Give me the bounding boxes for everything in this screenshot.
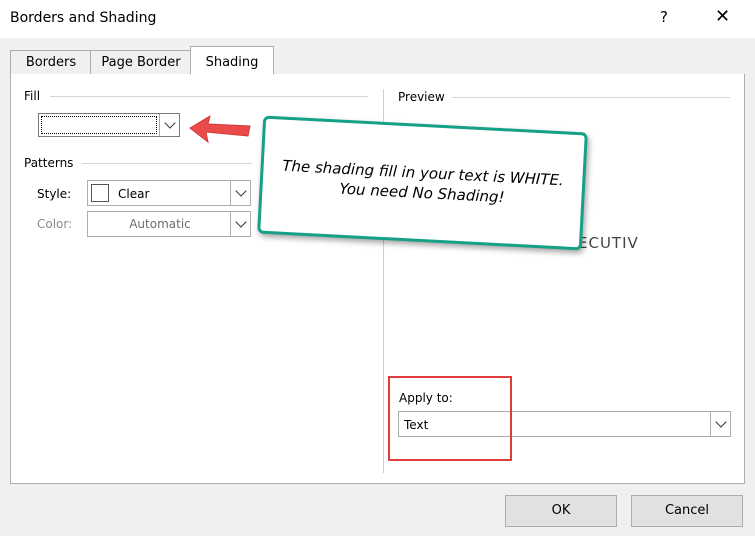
tab-shading[interactable]: Shading — [190, 46, 274, 76]
fill-divider — [50, 96, 368, 97]
ok-button[interactable]: OK — [505, 495, 617, 527]
patterns-divider — [82, 163, 252, 164]
color-label: Color: — [37, 217, 73, 231]
style-value: Clear — [118, 187, 150, 201]
tab-page-border-label: Page Border — [101, 55, 181, 70]
color-value: Automatic — [129, 217, 191, 231]
tab-shading-label: Shading — [205, 55, 259, 70]
cancel-button[interactable]: Cancel — [631, 495, 743, 527]
close-button[interactable]: ✕ — [715, 6, 730, 27]
preview-label: Preview — [398, 90, 445, 104]
chevron-down-icon[interactable] — [159, 114, 179, 136]
tab-borders-label: Borders — [25, 55, 77, 70]
fill-swatch — [41, 116, 157, 134]
help-button[interactable]: ? — [660, 8, 668, 26]
chevron-down-icon[interactable] — [710, 412, 730, 436]
style-label: Style: — [37, 187, 72, 201]
tab-borders[interactable]: Borders — [10, 50, 92, 75]
annotation-note: The shading fill in your text is WHITE. … — [257, 115, 588, 251]
tab-page-border[interactable]: Page Border — [90, 50, 192, 75]
style-swatch — [91, 184, 109, 202]
arrow-icon — [189, 114, 251, 144]
patterns-label: Patterns — [24, 156, 74, 170]
fill-label: Fill — [24, 89, 41, 103]
color-dropdown[interactable]: Automatic — [87, 211, 251, 237]
chevron-down-icon[interactable] — [230, 181, 250, 205]
apply-to-highlight — [388, 376, 512, 461]
style-dropdown[interactable]: Clear — [87, 180, 251, 206]
preview-sample-text: ECUTIV — [578, 234, 639, 252]
dialog-title: Borders and Shading — [10, 10, 157, 26]
fill-color-dropdown[interactable] — [38, 113, 180, 137]
chevron-down-icon[interactable] — [230, 212, 250, 236]
preview-divider — [452, 97, 730, 98]
